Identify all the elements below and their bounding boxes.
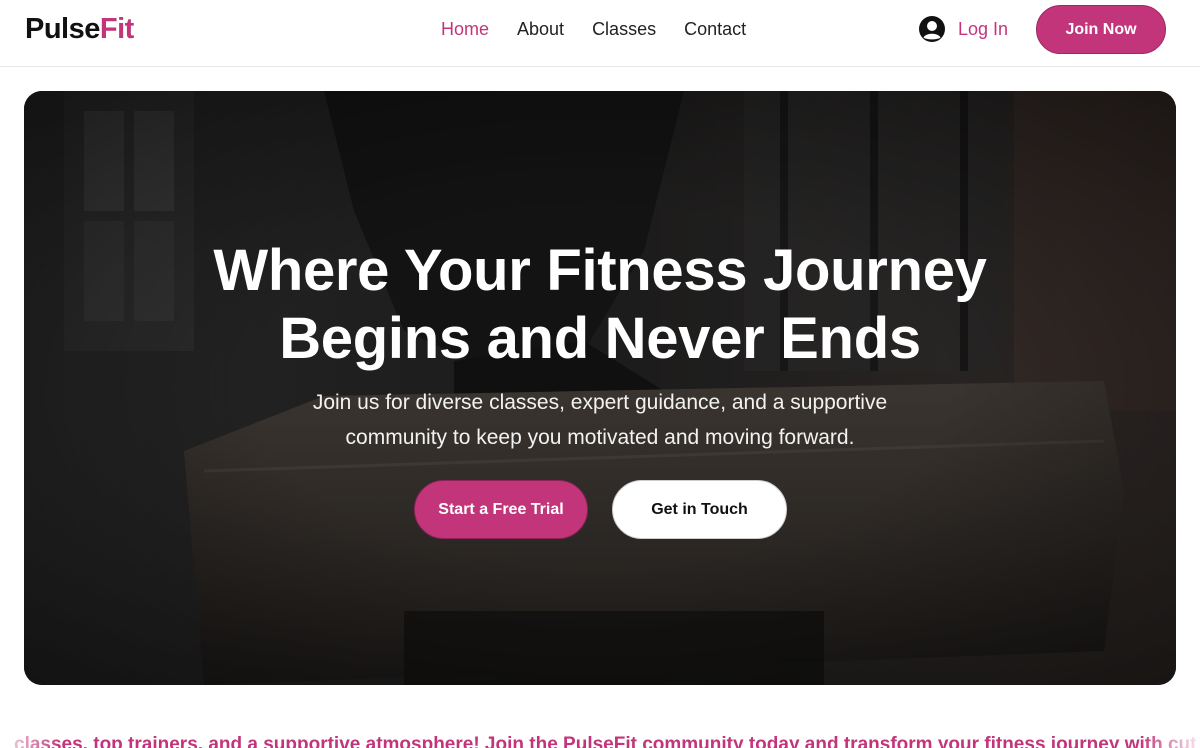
logo-text-pulse: Pulse	[25, 13, 100, 45]
marquee-text: classes, top trainers, and a supportive …	[14, 734, 1197, 748]
hero-title: Where Your Fitness Journey Begins and Ne…	[24, 237, 1176, 373]
hero-title-line-1: Where Your Fitness Journey	[213, 238, 987, 303]
hero-subtitle-line-2: community to keep you motivated and movi…	[345, 426, 855, 449]
login-label: Log In	[958, 19, 1009, 39]
join-now-button[interactable]: Join Now	[1036, 5, 1166, 54]
login-button[interactable]: Log In	[918, 15, 1008, 43]
site-header: PulseFit Home About Classes Contact Log …	[0, 0, 1200, 67]
hero-subtitle: Join us for diverse classes, expert guid…	[278, 385, 922, 455]
hero-subtitle-line-1: Join us for diverse classes, expert guid…	[312, 391, 888, 414]
user-avatar-icon	[919, 16, 945, 42]
nav-link-classes[interactable]: Classes	[592, 18, 656, 40]
nav-link-contact: Contact	[684, 19, 747, 39]
start-free-trial-button[interactable]: Start a Free Trial	[414, 480, 588, 539]
hero-title-line-2: Begins and Never Ends	[279, 306, 921, 371]
nav-link-home[interactable]: Home	[441, 18, 489, 40]
main-nav: Home About Classes Contact	[441, 18, 746, 40]
hero-section: Where Your Fitness Journey Begins and Ne…	[24, 91, 1176, 685]
marquee-fade-right	[1140, 728, 1200, 748]
marquee-fade-left	[0, 728, 60, 748]
marquee-banner: classes, top trainers, and a supportive …	[0, 728, 1200, 748]
logo-text-fit: Fit	[99, 13, 134, 45]
brand-logo[interactable]: PulseFit	[25, 12, 134, 46]
get-in-touch-button[interactable]: Get in Touch	[612, 480, 787, 539]
nav-link-about[interactable]: About	[517, 18, 564, 40]
